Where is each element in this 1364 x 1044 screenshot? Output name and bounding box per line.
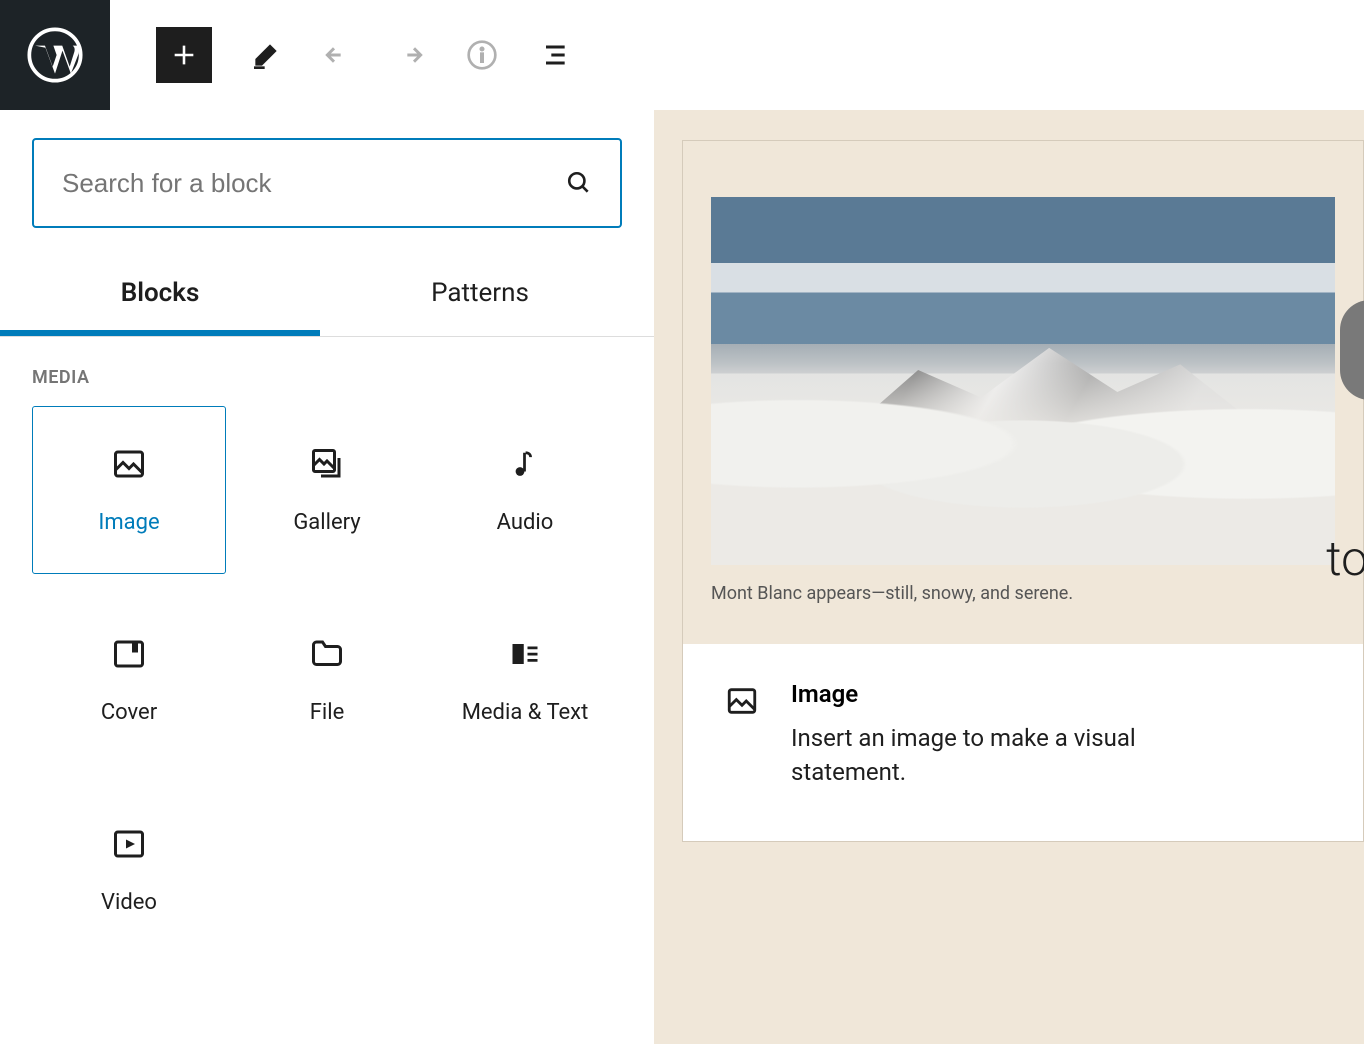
cover-icon [111, 636, 147, 672]
editor-topbar [0, 0, 1364, 110]
wordpress-icon [27, 27, 83, 83]
description-title: Image [791, 680, 1151, 708]
description-body: Insert an image to make a visual stateme… [791, 722, 1151, 789]
block-audio[interactable]: Audio [428, 406, 622, 574]
list-view-button[interactable] [536, 37, 572, 73]
side-handle[interactable] [1340, 300, 1364, 400]
preview-frame: Mont Blanc appears—still, snowy, and ser… [682, 140, 1364, 842]
info-icon [466, 39, 498, 71]
pencil-icon [250, 39, 282, 71]
block-video[interactable]: Video [32, 786, 226, 954]
undo-button[interactable] [320, 37, 356, 73]
redo-icon [394, 39, 426, 71]
block-gallery[interactable]: Gallery [230, 406, 424, 574]
add-block-button[interactable] [156, 27, 212, 83]
block-grid: Image Gallery [0, 406, 654, 954]
block-file[interactable]: File [230, 596, 424, 764]
block-label: Audio [497, 510, 554, 535]
media-text-icon [507, 639, 543, 669]
preview-caption: Mont Blanc appears—still, snowy, and ser… [711, 583, 1335, 604]
info-button[interactable] [464, 37, 500, 73]
redo-button[interactable] [392, 37, 428, 73]
block-search[interactable] [32, 138, 622, 228]
block-media-text[interactable]: Media & Text [428, 596, 622, 764]
wordpress-logo[interactable] [0, 0, 110, 110]
video-icon [111, 826, 147, 862]
block-label: File [310, 700, 345, 725]
plus-icon [170, 41, 198, 69]
gallery-icon [309, 446, 345, 482]
folder-icon [309, 636, 345, 672]
block-label: Media & Text [462, 700, 589, 725]
edit-tool-button[interactable] [248, 37, 284, 73]
list-icon [538, 39, 570, 71]
search-input[interactable] [62, 168, 566, 199]
preview-image [711, 197, 1335, 565]
canvas-partial-text: to [1326, 530, 1364, 587]
block-description-card: Image Insert an image to make a visual s… [683, 644, 1363, 841]
block-label: Gallery [293, 510, 360, 535]
block-cover[interactable]: Cover [32, 596, 226, 764]
inserter-tabs: Blocks Patterns [0, 256, 654, 337]
undo-icon [322, 39, 354, 71]
tab-patterns[interactable]: Patterns [320, 256, 640, 336]
tab-blocks[interactable]: Blocks [0, 256, 320, 336]
search-icon [566, 170, 592, 196]
block-inserter-panel: Blocks Patterns MEDIA Image [0, 110, 654, 1044]
block-label: Image [98, 510, 159, 535]
section-heading-media: MEDIA [0, 337, 654, 406]
block-preview-panel: Mont Blanc appears—still, snowy, and ser… [654, 110, 1364, 1044]
block-label: Video [101, 890, 157, 915]
block-image[interactable]: Image [32, 406, 226, 574]
image-icon [725, 684, 759, 718]
audio-icon [510, 446, 540, 482]
block-label: Cover [101, 700, 157, 725]
image-icon [111, 446, 147, 482]
